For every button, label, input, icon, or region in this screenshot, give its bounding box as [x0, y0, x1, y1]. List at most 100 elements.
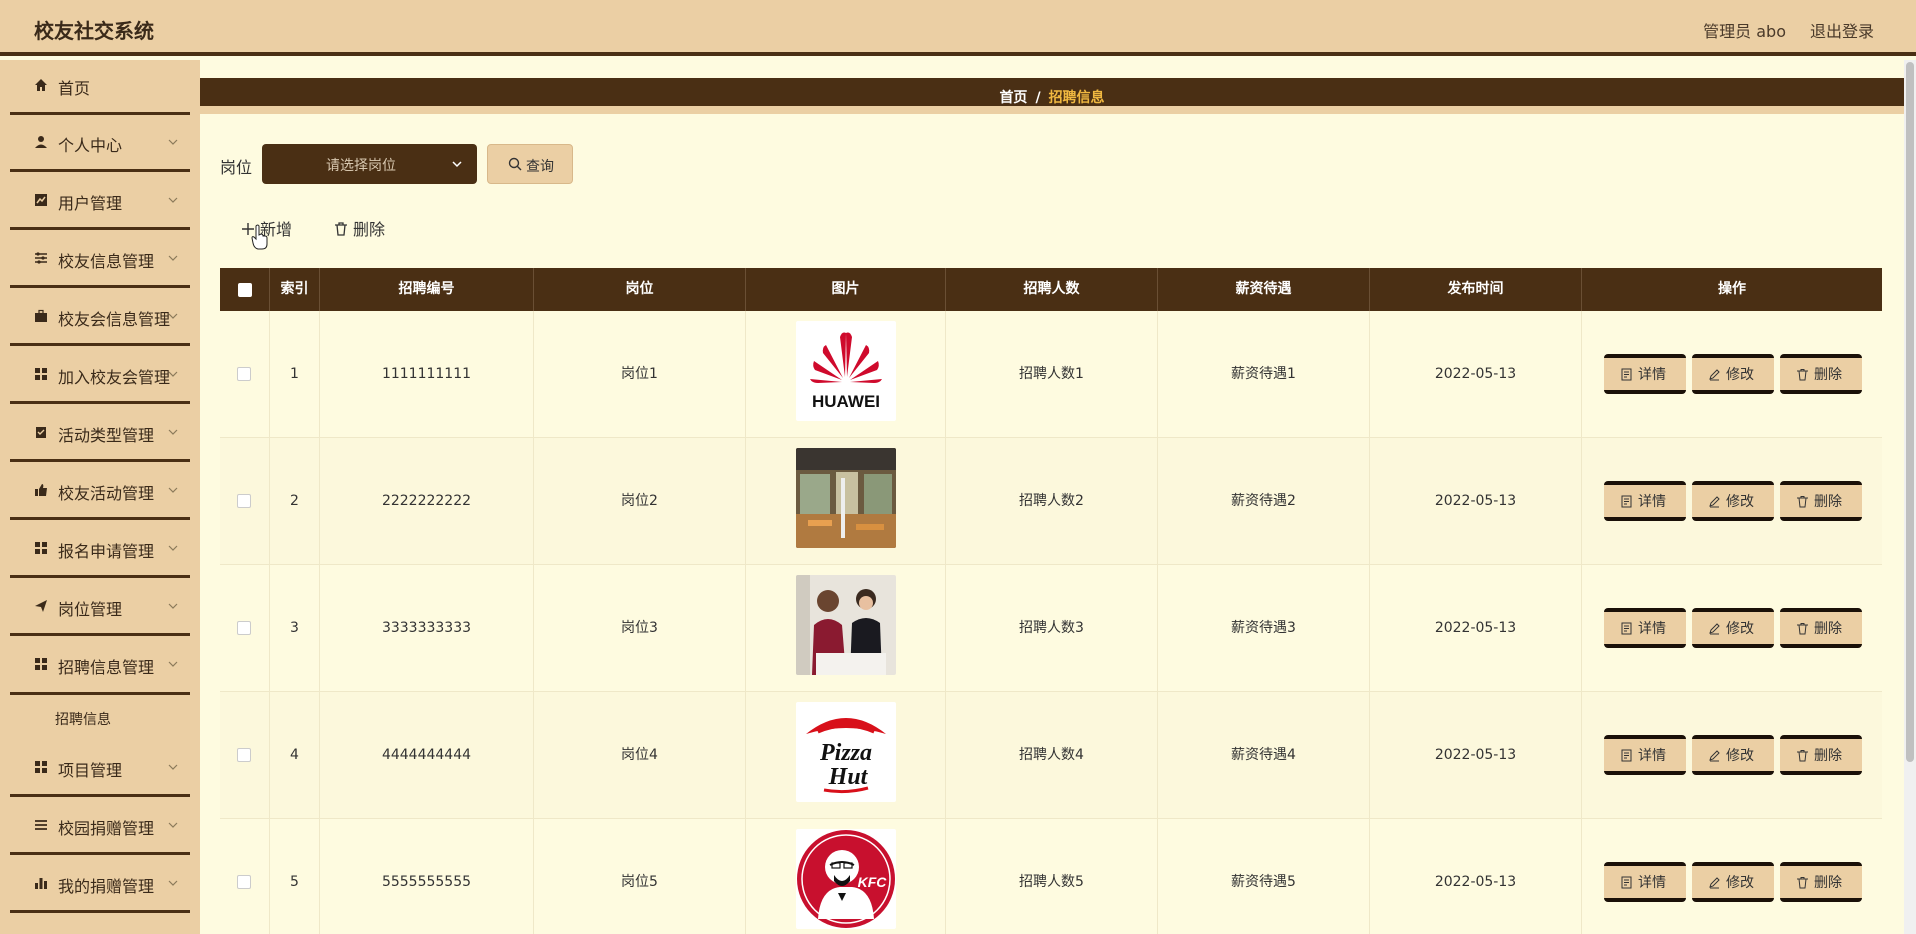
chevron-down-icon	[168, 313, 178, 319]
thumb-icon	[35, 484, 47, 496]
document-icon	[1621, 368, 1632, 381]
th-count: 招聘人数	[946, 268, 1158, 311]
app-title: 校友社交系统	[34, 19, 154, 43]
detail-button[interactable]: 详情	[1604, 735, 1686, 775]
sidebar-item-signup-application[interactable]: 报名申请管理	[10, 523, 190, 578]
sidebar-item-alumni-activity[interactable]: 校友活动管理	[10, 465, 190, 520]
detail-button[interactable]: 详情	[1604, 608, 1686, 648]
detail-button[interactable]: 详情	[1604, 481, 1686, 521]
chevron-down-icon	[452, 161, 462, 168]
sidebar-item-label: 我的捐赠管理	[58, 877, 155, 896]
edit-button[interactable]: 修改	[1692, 862, 1774, 902]
document-icon	[1621, 495, 1632, 508]
th-salary: 薪资待遇	[1158, 268, 1370, 311]
row-checkbox[interactable]	[237, 621, 251, 635]
delete-button[interactable]: 删除	[1780, 354, 1862, 394]
delete-label: 删除	[1814, 748, 1842, 764]
th-index: 索引	[270, 268, 320, 311]
delete-button[interactable]: 删除	[1780, 735, 1862, 775]
th-code: 招聘编号	[320, 268, 534, 311]
trash-icon	[1797, 496, 1808, 508]
sidebar-item-campus-donation[interactable]: 校园捐赠管理	[10, 800, 190, 855]
trash-icon	[1797, 623, 1808, 635]
sidebar-item-label: 校友会信息管理	[58, 310, 171, 329]
sidebar-item-label: 校友信息管理	[58, 252, 155, 271]
page-scrollbar[interactable]	[1904, 60, 1916, 934]
document-icon	[1621, 876, 1632, 889]
sidebar: 首页 个人中心 用户管理 校友信息管理 校友会信息管理 加入校友会管理 活动类型…	[0, 60, 200, 934]
document-icon	[1621, 749, 1632, 762]
bar-chart-icon	[35, 878, 47, 889]
edit-button[interactable]: 修改	[1692, 608, 1774, 648]
sidebar-item-label: 招聘信息管理	[58, 658, 155, 677]
chevron-down-icon	[168, 255, 178, 261]
detail-button[interactable]: 详情	[1604, 354, 1686, 394]
breadcrumb-separator: /	[1035, 90, 1041, 106]
row-checkbox[interactable]	[237, 875, 251, 889]
sidebar-item-label: 首页	[58, 79, 91, 98]
sidebar-item-project-management[interactable]: 项目管理	[10, 742, 190, 797]
edit-button[interactable]: 修改	[1692, 481, 1774, 521]
edit-button[interactable]: 修改	[1692, 735, 1774, 775]
row-checkbox[interactable]	[237, 748, 251, 762]
row-checkbox[interactable]	[237, 367, 251, 381]
sidebar-subitem-recruitment-info[interactable]: 招聘信息	[55, 709, 111, 729]
post-filter-label: 岗位	[220, 158, 253, 177]
pencil-icon	[1709, 750, 1720, 762]
sidebar-item-alumni-info[interactable]: 校友信息管理	[10, 233, 190, 288]
sidebar-item-activity-type[interactable]: 活动类型管理	[10, 407, 190, 462]
row-checkbox[interactable]	[237, 494, 251, 508]
sidebar-item-my-donation[interactable]: 我的捐赠管理	[10, 858, 190, 913]
scrollbar-thumb[interactable]	[1906, 62, 1914, 762]
logout-link[interactable]: 退出登录	[1810, 18, 1874, 42]
cell-date: 2022-05-13	[1370, 692, 1582, 819]
select-all-checkbox[interactable]	[238, 283, 252, 297]
huawei-logo-icon: HUAWEI	[810, 332, 882, 411]
sidebar-item-personal-center[interactable]: 个人中心	[10, 117, 190, 172]
huawei-logo-image: HUAWEI	[796, 321, 896, 421]
sidebar-item-label: 个人中心	[58, 136, 123, 155]
cell-code: 2222222222	[320, 438, 534, 565]
sidebar-item-join-association[interactable]: 加入校友会管理	[10, 349, 190, 404]
trash-icon	[335, 222, 347, 236]
breadcrumb-current: 招聘信息	[1048, 90, 1105, 106]
sidebar-item-home[interactable]: 首页	[10, 60, 190, 115]
batch-delete-button[interactable]: 删除	[333, 216, 385, 240]
row-select-cell	[220, 819, 270, 934]
row-select-cell	[220, 311, 270, 438]
cell-count: 招聘人数3	[946, 565, 1158, 692]
kfc-logo-text: KFC	[858, 874, 888, 890]
table-row: 5 5555555555 岗位5 KFC 招聘人数5 薪资待遇5 2022-05…	[220, 819, 1882, 934]
sidebar-item-label: 活动类型管理	[58, 426, 155, 445]
sidebar-item-recruitment-management[interactable]: 招聘信息管理	[10, 639, 190, 694]
sidebar-item-label: 校园捐赠管理	[58, 819, 155, 838]
breadcrumb-home[interactable]: 首页	[999, 90, 1027, 106]
sidebar-item-alumni-association[interactable]: 校友会信息管理	[10, 291, 190, 346]
delete-button[interactable]: 删除	[1780, 862, 1862, 902]
cell-index: 4	[270, 692, 320, 819]
kfc-logo-icon: KFC	[797, 830, 895, 928]
chevron-down-icon	[168, 371, 178, 377]
sidebar-item-label: 岗位管理	[58, 600, 123, 619]
cell-date: 2022-05-13	[1370, 565, 1582, 692]
sidebar-item-label: 加入校友会管理	[58, 368, 171, 387]
cell-index: 5	[270, 819, 320, 934]
delete-button[interactable]: 删除	[1780, 481, 1862, 521]
post-select[interactable]: 请选择岗位	[262, 144, 477, 184]
query-button[interactable]: 查询	[487, 144, 573, 184]
pencil-icon	[1709, 496, 1720, 508]
table-row: 3 3333333333 岗位3 招聘人数3 薪资待遇3 2022-05-13 …	[220, 565, 1882, 692]
cell-count: 招聘人数4	[946, 692, 1158, 819]
edit-button[interactable]: 修改	[1692, 354, 1774, 394]
detail-button[interactable]: 详情	[1604, 862, 1686, 902]
cell-post: 岗位5	[534, 819, 746, 934]
chevron-down-icon	[168, 603, 178, 609]
table-header: 索引 招聘编号 岗位 图片 招聘人数 薪资待遇 发布时间 操作	[220, 268, 1882, 311]
table-row: 1 1111111111 岗位1 HUAWEI 招聘人数1 薪资待遇1 2022…	[220, 311, 1882, 438]
sidebar-item-user-management[interactable]: 用户管理	[10, 175, 190, 230]
handshake-photo-icon	[796, 575, 896, 675]
sidebar-item-post-management[interactable]: 岗位管理	[10, 581, 190, 636]
delete-button[interactable]: 删除	[1780, 608, 1862, 648]
cell-date: 2022-05-13	[1370, 311, 1582, 438]
chevron-down-icon	[168, 822, 178, 828]
